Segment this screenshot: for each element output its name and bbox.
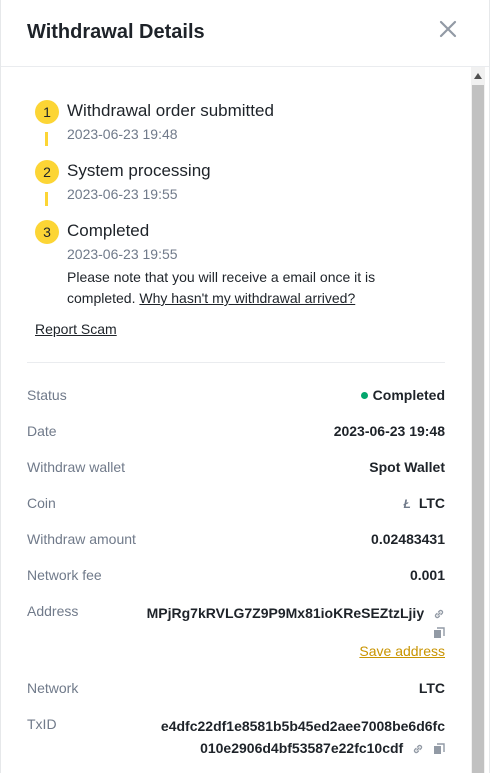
- detail-row-address: Address MPjRg7kRVLG7Z9P9Mx81ioKReSEZtzLj…: [27, 602, 445, 679]
- scrollbar-thumb[interactable]: [472, 85, 484, 773]
- detail-row-status: Status Completed: [27, 386, 445, 422]
- date-value: 2023-06-23 19:48: [333, 423, 445, 439]
- timeline-step: 3 Completed 2023-06-23 19:55 Please note…: [35, 220, 435, 309]
- address-block: MPjRg7kRVLG7Z9P9Mx81ioKReSEZtzLjiy Save …: [147, 602, 445, 662]
- divider: [27, 362, 445, 363]
- timeline-connector: [45, 192, 48, 206]
- step-title: Withdrawal order submitted: [67, 101, 274, 120]
- scroll-up-arrow-icon[interactable]: [474, 73, 482, 79]
- txid-value-end: 010e2906d4bf53587e22fc10cdf: [200, 740, 404, 756]
- status-timeline: 1 Withdrawal order submitted 2023-06-23 …: [35, 100, 435, 309]
- copy-icon[interactable]: [433, 743, 445, 755]
- detail-row-date: Date 2023-06-23 19:48: [27, 422, 445, 458]
- save-address-link[interactable]: Save address: [147, 640, 445, 662]
- network-value: LTC: [418, 680, 445, 696]
- step-time: 2023-06-23 19:48: [67, 126, 178, 142]
- address-label: Address: [27, 603, 79, 619]
- step-title: System processing: [67, 161, 211, 180]
- txid-line-2: 010e2906d4bf53587e22fc10cdf: [161, 737, 445, 759]
- address-line: MPjRg7kRVLG7Z9P9Mx81ioKReSEZtzLjiy: [147, 602, 445, 624]
- modal-title: Withdrawal Details: [27, 21, 205, 43]
- amount-value: 0.02483431: [371, 531, 445, 547]
- network-label: Network: [27, 680, 79, 696]
- litecoin-icon: Ł: [403, 497, 411, 511]
- detail-row-amount: Withdraw amount 0.02483431: [27, 530, 445, 566]
- step-number-badge: 3: [35, 220, 59, 244]
- detail-row-wallet: Withdraw wallet Spot Wallet: [27, 458, 445, 494]
- report-scam-link[interactable]: Report Scam: [35, 321, 117, 337]
- step-time: 2023-06-23 19:55: [67, 186, 178, 202]
- status-value: Completed: [360, 386, 445, 404]
- close-button[interactable]: [437, 18, 459, 40]
- detail-row-network: Network LTC: [27, 679, 445, 715]
- details-list: Status Completed Date 2023-06-23 19:48 W…: [27, 386, 445, 759]
- step-time: 2023-06-23 19:55: [67, 246, 178, 262]
- status-label: Status: [27, 387, 67, 403]
- modal-body: 1 Withdrawal order submitted 2023-06-23 …: [1, 67, 489, 773]
- address-copy-row: [147, 624, 445, 640]
- address-value: MPjRg7kRVLG7Z9P9Mx81ioKReSEZtzLjiy: [146, 605, 425, 621]
- link-icon[interactable]: [412, 743, 424, 755]
- step-number-badge: 2: [35, 160, 59, 184]
- detail-row-fee: Network fee 0.001: [27, 566, 445, 602]
- withdrawal-details-modal: Withdrawal Details 1 Withdrawal order su…: [0, 0, 490, 773]
- detail-row-txid: TxID e4dfc22df1e8581b5b45ed2aee7008be6d6…: [27, 715, 445, 759]
- link-icon[interactable]: [433, 608, 445, 620]
- step-note: Please note that you will receive a emai…: [67, 267, 435, 309]
- txid-line-1: e4dfc22df1e8581b5b45ed2aee7008be6d6fc: [160, 718, 445, 734]
- amount-label: Withdraw amount: [27, 531, 136, 547]
- wallet-value: Spot Wallet: [369, 459, 445, 475]
- fee-label: Network fee: [27, 567, 102, 583]
- vertical-scrollbar[interactable]: [471, 67, 485, 773]
- close-icon: [439, 20, 457, 38]
- coin-label: Coin: [27, 495, 56, 511]
- timeline-connector: [45, 132, 48, 146]
- status-dot-icon: [360, 391, 368, 399]
- coin-symbol: LTC: [418, 495, 445, 511]
- txid-block: e4dfc22df1e8581b5b45ed2aee7008be6d6fc 01…: [161, 715, 445, 759]
- date-label: Date: [27, 423, 57, 439]
- coin-value: Ł LTC: [403, 494, 445, 513]
- step-number-badge: 1: [35, 100, 59, 124]
- timeline-step: 2 System processing 2023-06-23 19:55: [35, 160, 435, 220]
- fee-value: 0.001: [409, 567, 445, 583]
- wallet-label: Withdraw wallet: [27, 459, 126, 475]
- detail-row-coin: Coin Ł LTC: [27, 494, 445, 530]
- withdrawal-help-link[interactable]: Why hasn't my withdrawal arrived?: [139, 290, 355, 306]
- timeline-step: 1 Withdrawal order submitted 2023-06-23 …: [35, 100, 435, 160]
- step-title: Completed: [67, 221, 150, 240]
- copy-icon[interactable]: [433, 627, 445, 639]
- modal-header: Withdrawal Details: [1, 0, 489, 67]
- status-badge: Completed: [372, 387, 445, 403]
- txid-label: TxID: [27, 716, 57, 732]
